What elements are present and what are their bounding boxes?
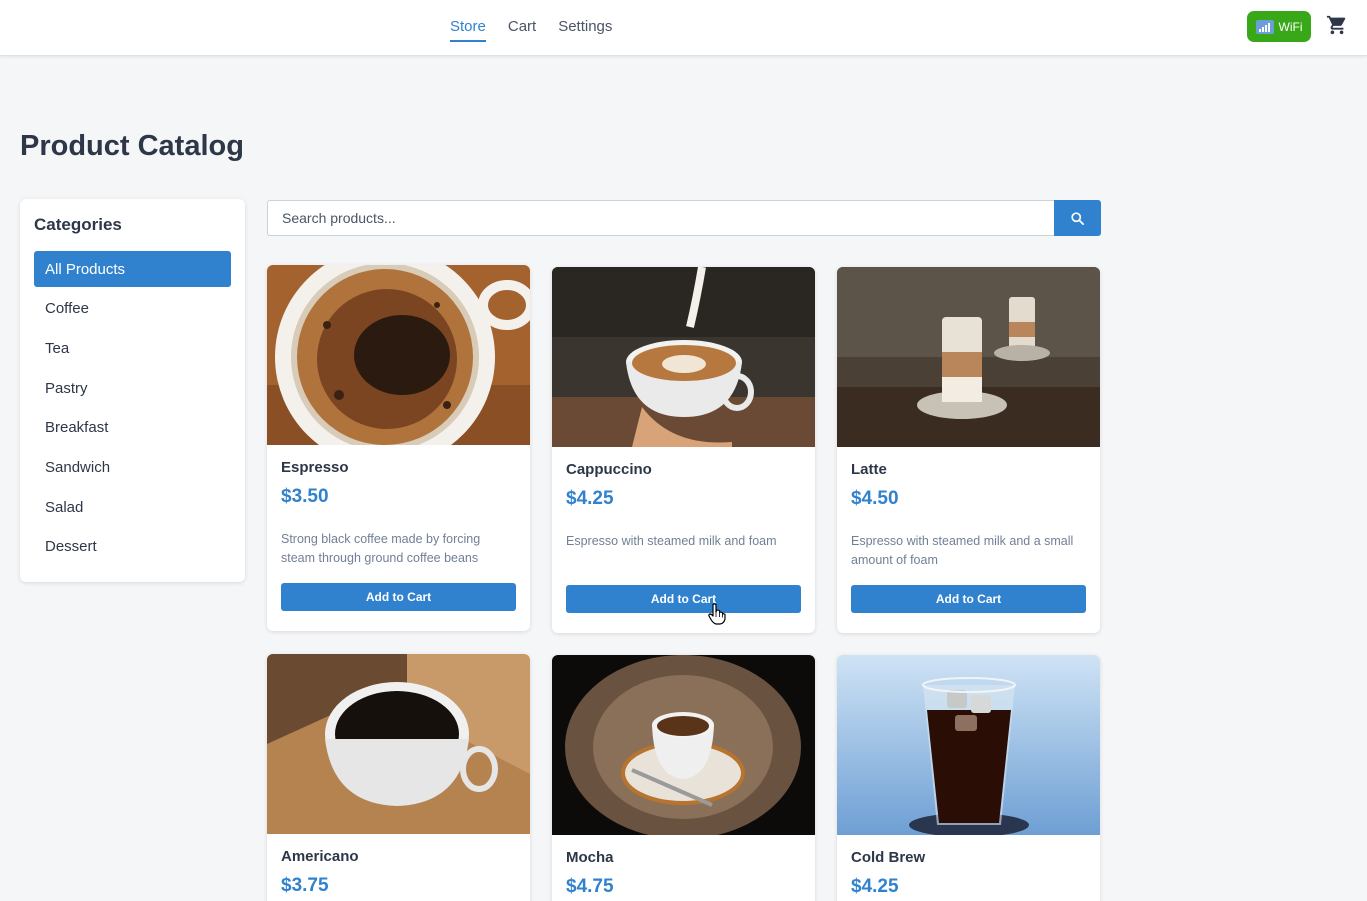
category-all-products[interactable]: All Products bbox=[34, 251, 231, 287]
product-card-americano: Americano $3.75 bbox=[267, 654, 530, 901]
product-name: Cappuccino bbox=[566, 461, 652, 478]
product-image bbox=[552, 267, 815, 447]
product-card-cold-brew: Cold Brew $4.25 bbox=[837, 655, 1100, 901]
product-name: Cold Brew bbox=[851, 849, 926, 866]
product-image bbox=[267, 654, 530, 834]
signal-bars-icon bbox=[1255, 19, 1274, 34]
category-salad[interactable]: Salad bbox=[34, 489, 231, 525]
category-tea[interactable]: Tea bbox=[34, 330, 231, 366]
search-input[interactable] bbox=[267, 200, 1054, 236]
product-price: $4.25 bbox=[851, 876, 899, 897]
category-breakfast[interactable]: Breakfast bbox=[34, 410, 231, 446]
product-name: Americano bbox=[281, 848, 359, 865]
cart-icon[interactable] bbox=[1326, 14, 1348, 36]
add-to-cart-button[interactable]: Add to Cart bbox=[566, 585, 801, 613]
product-name: Mocha bbox=[566, 849, 614, 866]
nav-settings[interactable]: Settings bbox=[558, 18, 612, 42]
product-name: Latte bbox=[851, 461, 887, 478]
search-bar bbox=[267, 200, 1101, 236]
add-to-cart-button[interactable]: Add to Cart bbox=[851, 585, 1086, 613]
sidebar-title: Categories bbox=[34, 215, 122, 234]
product-description: Espresso with steamed milk and foam bbox=[566, 534, 777, 548]
product-card-latte: Latte $4.50 Espresso with steamed milk a… bbox=[837, 267, 1100, 633]
product-price: $4.50 bbox=[851, 488, 899, 509]
product-name: Espresso bbox=[281, 459, 349, 476]
product-description: Espresso with steamed milk and a small a… bbox=[851, 534, 1074, 567]
nav-store[interactable]: Store bbox=[450, 18, 486, 42]
product-image bbox=[837, 655, 1100, 835]
category-pastry[interactable]: Pastry bbox=[34, 370, 231, 406]
product-card-cappuccino: Cappuccino $4.25 Espresso with steamed m… bbox=[552, 267, 815, 633]
product-image bbox=[552, 655, 815, 835]
search-icon bbox=[1071, 211, 1084, 225]
wifi-status-badge[interactable]: WiFi bbox=[1247, 11, 1311, 42]
product-price: $4.25 bbox=[566, 488, 614, 509]
category-dessert[interactable]: Dessert bbox=[34, 529, 231, 565]
wifi-label: WiFi bbox=[1278, 19, 1303, 34]
nav-cart[interactable]: Cart bbox=[508, 18, 536, 42]
top-navbar: Store Cart Settings WiFi bbox=[0, 0, 1367, 56]
category-coffee[interactable]: Coffee bbox=[34, 291, 231, 327]
add-to-cart-button[interactable]: Add to Cart bbox=[281, 583, 516, 611]
category-sandwich[interactable]: Sandwich bbox=[34, 449, 231, 485]
product-image bbox=[837, 267, 1100, 447]
product-image bbox=[267, 265, 530, 445]
main-nav: Store Cart Settings bbox=[450, 18, 612, 42]
product-price: $3.75 bbox=[281, 875, 329, 896]
product-card-espresso: Espresso $3.50 Strong black coffee made … bbox=[267, 265, 530, 631]
product-description: Strong black coffee made by forcing stea… bbox=[281, 532, 481, 565]
product-price: $4.75 bbox=[566, 876, 614, 897]
product-price: $3.50 bbox=[281, 486, 329, 507]
product-card-mocha: Mocha $4.75 bbox=[552, 655, 815, 901]
page-title: Product Catalog bbox=[20, 130, 244, 162]
search-button[interactable] bbox=[1054, 200, 1101, 236]
categories-sidebar: Categories All Products Coffee Tea Pastr… bbox=[20, 199, 245, 582]
hand-cursor-icon bbox=[708, 603, 726, 625]
